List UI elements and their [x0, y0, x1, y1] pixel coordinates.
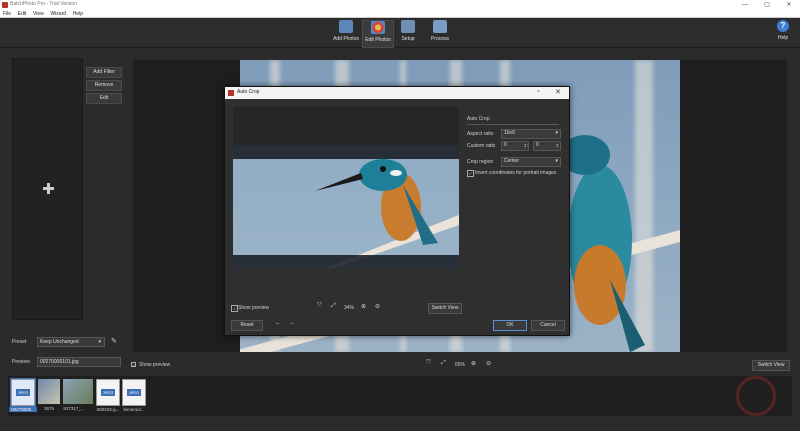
crop-mask-top [233, 145, 459, 159]
dialog-title: Auto Crop [237, 89, 260, 95]
menu-help[interactable]: Help [73, 10, 83, 18]
process-icon [433, 20, 447, 33]
chevron-down-icon: ▾ [555, 158, 558, 164]
spinner-icon[interactable]: ⇕ [556, 142, 559, 149]
preset-select[interactable]: Keep Unchanged ▾ [37, 337, 105, 347]
window-title: BatchPhoto Pro - Trial Version [10, 1, 77, 7]
setup-icon [401, 20, 415, 33]
minimize-button[interactable]: — [734, 0, 756, 10]
crop-settings-panel: Auto Crop Aspect ratio 16x9 ▾ Custom rat… [463, 107, 563, 297]
close-button[interactable]: ✕ [778, 0, 800, 10]
settings-title: Auto Crop [467, 116, 490, 122]
process-button[interactable]: Process [428, 20, 452, 46]
reset-button[interactable]: Reset [231, 320, 263, 331]
zoom-in-icon[interactable]: ⊕ [471, 360, 476, 367]
menu-file[interactable]: File [3, 10, 11, 18]
invert-coordinates-checkbox[interactable]: ✓ [467, 170, 474, 177]
undo-arrow-icon[interactable]: ← [275, 320, 281, 326]
edit-filter-button[interactable]: Edit [86, 93, 122, 104]
redo-arrow-icon[interactable]: → [289, 320, 295, 326]
thumbnail-item[interactable]: 527317_... [63, 379, 93, 411]
dialog-maximize-icon[interactable]: ▫ [537, 88, 539, 95]
maximize-button[interactable]: ▢ [756, 0, 778, 10]
dialog-zoom-out-icon[interactable]: ⊖ [375, 303, 380, 310]
chevron-down-icon: ▾ [98, 339, 101, 345]
thumbnail-strip: JPEG 00270000... 3676 527317_... JPEG 80… [8, 376, 792, 416]
custom-height-input[interactable]: 0 ⇕ [533, 141, 561, 151]
custom-ratio-label: Custom ratio [467, 143, 496, 149]
help-button[interactable]: ? Help [774, 20, 792, 46]
crop-region-select[interactable]: Center ▾ [501, 157, 561, 167]
crop-preview-photo [315, 159, 459, 269]
menu-bar: File Edit View Wizard Help [0, 10, 800, 18]
dialog-actual-size-icon[interactable]: ⤢ [331, 303, 336, 310]
main-toolbar: Add Photos Edit Photos Setup Process ? H… [0, 18, 800, 48]
app-icon [2, 2, 8, 8]
dialog-switch-view-button[interactable]: Switch View [428, 303, 462, 314]
zoom-level: 65% [455, 362, 466, 368]
invert-coordinates-label: Invert coordinates for portrait images [475, 170, 557, 176]
dialog-show-preview-label: Show preview [238, 305, 270, 311]
cancel-button[interactable]: Cancel [531, 320, 565, 331]
show-preview-label: Show preview [139, 362, 171, 368]
custom-width-input[interactable]: 0 ⇕ [501, 141, 529, 151]
dialog-zoom-level: 34% [344, 305, 355, 311]
help-icon: ? [777, 20, 789, 32]
remove-filter-button[interactable]: Remove [86, 80, 122, 91]
thumbnail-item[interactable]: JPEG 800233-g... [96, 379, 120, 412]
add-photos-icon [339, 20, 353, 33]
dialog-close-icon[interactable]: ✕ [555, 88, 561, 96]
actual-size-icon[interactable]: ⤢ [441, 360, 446, 367]
ok-button[interactable]: OK [493, 320, 527, 331]
aspect-ratio-select[interactable]: 16x9 ▾ [501, 129, 561, 139]
title-bar: BatchPhoto Pro - Trial Version — ▢ ✕ [0, 0, 800, 10]
dialog-show-preview-checkbox[interactable]: ✓ [231, 305, 238, 312]
dialog-zoom-in-icon[interactable]: ⊕ [361, 303, 366, 310]
add-filter-button[interactable]: Add Filter [86, 67, 122, 78]
preview-label: Preview [12, 359, 30, 365]
logo-watermark-icon [736, 376, 776, 416]
crop-mask-bottom [233, 255, 459, 269]
zoom-out-icon[interactable]: ⊖ [486, 360, 491, 367]
menu-view[interactable]: View [33, 10, 44, 18]
add-photos-button[interactable]: Add Photos [332, 20, 360, 46]
dialog-title-bar: Auto Crop ▫ ✕ [225, 87, 569, 99]
aspect-ratio-label: Aspect ratio [467, 131, 494, 137]
show-preview-checkbox[interactable]: ✓ [131, 362, 136, 368]
menu-wizard[interactable]: Wizard [50, 10, 66, 18]
auto-crop-dialog: Auto Crop ▫ ✕ Auto Crop Aspect ratio 16x… [224, 86, 570, 336]
setup-button[interactable]: Setup [398, 20, 418, 46]
pencil-icon[interactable]: ✎ [111, 337, 117, 345]
thumbnail-item[interactable]: JPEG 00270000... [9, 378, 37, 412]
chevron-down-icon: ▾ [555, 130, 558, 136]
switch-view-button[interactable]: Switch View [752, 360, 790, 371]
fit-icon[interactable]: ⤧ [426, 360, 431, 367]
crop-region-label: Crop region [467, 159, 494, 165]
thumbnail-item[interactable]: JPEG bimeroid... [122, 379, 146, 412]
edit-photos-button[interactable]: Edit Photos [362, 20, 394, 48]
dialog-fit-icon[interactable]: ⤧ [317, 303, 322, 310]
add-filter-plus-icon[interactable] [43, 183, 54, 194]
crop-preview [233, 107, 459, 269]
preset-label: Preset [12, 339, 27, 345]
ratio-separator: : [527, 143, 529, 149]
edit-photos-icon [371, 21, 385, 34]
thumbnail-item[interactable]: 3676 [38, 379, 60, 411]
menu-edit[interactable]: Edit [18, 10, 27, 18]
dialog-app-icon [228, 90, 234, 96]
preview-file-select[interactable]: 00270000101.jpg [37, 357, 121, 367]
divider [467, 124, 559, 125]
